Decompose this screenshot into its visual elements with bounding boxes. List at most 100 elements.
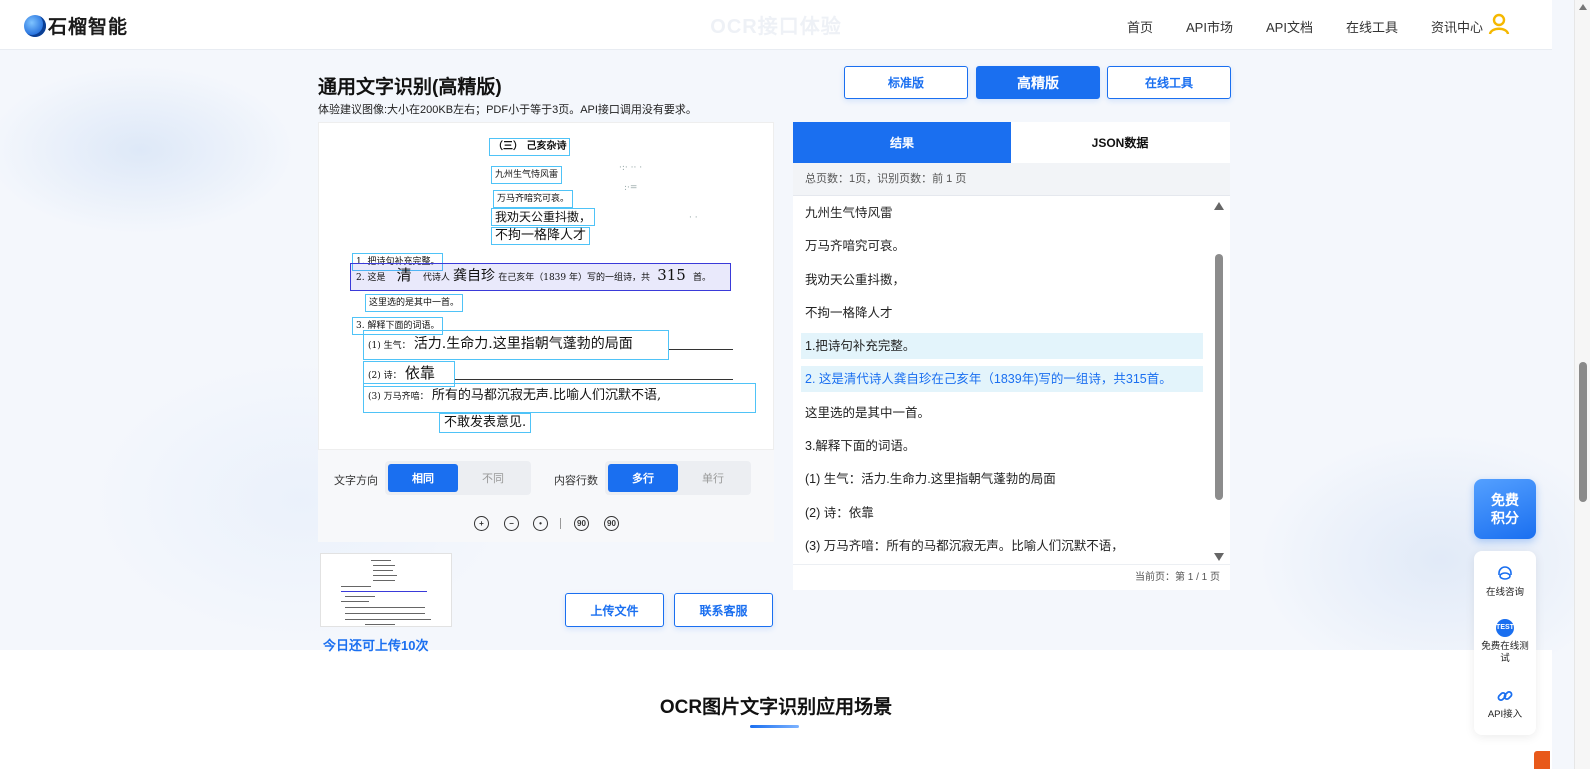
result-line[interactable]: (3) 万马齐喑：所有的马都沉寂无声。比喻人们沉默不语， (801, 533, 1203, 559)
side-api-access[interactable]: API接入 (1474, 687, 1536, 721)
thumb-line (345, 619, 431, 620)
main-nav: 首页 API市场 API文档 在线工具 资讯中心 (1127, 17, 1483, 36)
result-line-highlighted[interactable]: 1.把诗句补充完整。 (801, 333, 1203, 360)
scroll-up-icon[interactable] (1214, 202, 1224, 210)
lines-multi-option[interactable]: 多行 (608, 464, 678, 492)
doc-text: 代诗人 (422, 273, 450, 283)
result-lines[interactable]: 九州生气恃风雷 万马齐喑究可哀。 我劝天公重抖擞， 不拘一格降人才 1.把诗句补… (801, 200, 1203, 566)
answer-underline (669, 349, 733, 350)
rotate-left-icon[interactable]: 90 (574, 516, 589, 531)
result-line[interactable]: (1) 生气：活力.生命力.这里指朝气蓬勃的局面 (801, 466, 1203, 492)
doc-text: 在己亥年（1839 年）写的一组诗，共 (498, 273, 651, 283)
result-line[interactable]: 九州生气恃风雷 (801, 200, 1203, 226)
zoom-in-icon[interactable]: + (474, 516, 489, 531)
side-free-test[interactable]: TEST 免费在线测试 (1474, 619, 1536, 665)
side-toolbar: 在线咨询 TEST 免费在线测试 API接入 (1474, 551, 1536, 735)
thumb-line (341, 591, 427, 592)
nav-news[interactable]: 资讯中心 (1431, 17, 1483, 36)
page-scrollbar[interactable] (1574, 0, 1590, 769)
doc-noise: :·= (624, 183, 638, 193)
nav-api-market[interactable]: API市场 (1186, 17, 1233, 36)
side-free-test-label: 免费在线测试 (1481, 641, 1529, 664)
lines-label: 内容行数 (554, 475, 598, 487)
direction-label: 文字方向 (334, 475, 378, 487)
nav-home[interactable]: 首页 (1127, 17, 1153, 36)
direction-same-option[interactable]: 相同 (388, 464, 458, 492)
document-preview[interactable]: （三） 己亥杂诗 九州生气恃风雷 万马齐喑究可哀。 我劝天公重抖擞， 不拘一格降… (318, 122, 774, 450)
reset-icon[interactable]: • (533, 516, 548, 531)
thumb-line (373, 570, 393, 571)
scroll-up-icon[interactable] (1579, 4, 1587, 10)
direction-toggle: 相同 不同 (385, 461, 531, 495)
mode-online-tools-button[interactable]: 在线工具 (1107, 66, 1231, 99)
thumb-line (341, 586, 371, 587)
lines-single-option[interactable]: 单行 (678, 464, 748, 492)
user-icon[interactable] (1488, 13, 1510, 35)
zoom-out-icon[interactable]: − (504, 516, 519, 531)
answer-underline (455, 379, 733, 380)
doc-line: 九州生气恃风雷 (491, 166, 563, 184)
mode-standard-button[interactable]: 标准版 (844, 66, 968, 99)
mode-high-precision-button[interactable]: 高精版 (976, 66, 1100, 99)
top-header: 石榴智能 OCR接口体验 首页 API市场 API文档 在线工具 资讯中心 (0, 0, 1552, 50)
page-subtitle: 体验建议图像:大小在200KB左右；PDF小于等于3页。API接口调用没有要求。 (318, 104, 697, 116)
doc-line: 我劝天公重抖擞， (491, 208, 596, 226)
thumb-line (345, 607, 425, 608)
doc-handwriting: 龚自珍 (453, 268, 496, 284)
result-line-selected[interactable]: 2. 这是清代诗人龚自珍在己亥年（1839年)写的一组诗，共315首。 (801, 366, 1203, 393)
nav-online-tools[interactable]: 在线工具 (1346, 17, 1398, 36)
page-indicator: 当前页：第 1 / 1 页 (793, 564, 1230, 590)
upload-file-button[interactable]: 上传文件 (565, 593, 664, 627)
doc-line: （三） 己亥杂诗 (489, 138, 571, 156)
thumb-line (345, 613, 425, 614)
thumb-line (365, 624, 395, 625)
result-line[interactable]: 这里选的是其中一首。 (801, 400, 1203, 426)
preview-panel: （三） 己亥杂诗 九州生气恃风雷 万马齐喑究可哀。 我劝天公重抖擞， 不拘一格降… (318, 122, 774, 542)
doc-handwriting: 315 (657, 266, 686, 284)
tab-json[interactable]: JSON数据 (1011, 122, 1229, 163)
result-scroll-thumb[interactable] (1215, 254, 1223, 500)
free-points-button[interactable]: 免费 积分 (1474, 479, 1536, 539)
headset-icon (1496, 565, 1514, 583)
rotate-right-icon[interactable]: 90 (604, 516, 619, 531)
thumb-line (373, 565, 395, 566)
main-content: 通用文字识别(高精版) 体验建议图像:大小在200KB左右；PDF小于等于3页。… (0, 0, 1552, 769)
doc-text: (2) 诗： (368, 371, 402, 381)
doc-text: (3) 万马齐喑： (368, 392, 429, 402)
result-line[interactable]: 我劝天公重抖擞， (801, 267, 1203, 293)
result-line[interactable]: 万马齐喑究可哀。 (801, 233, 1203, 259)
doc-line: 不拘一格降人才 (491, 227, 591, 245)
result-line[interactable]: (2) 诗：依靠 (801, 500, 1203, 526)
upload-quota-note: 今日还可上传10次 (323, 638, 429, 653)
doc-line: 不敢发表意见. (439, 413, 532, 433)
tab-result[interactable]: 结果 (793, 122, 1011, 163)
doc-line: 万马齐喑究可哀。 (493, 190, 574, 208)
result-scrollbar[interactable] (1212, 200, 1226, 561)
thumb-line (373, 580, 395, 581)
image-tools: + − • 90 90 (318, 502, 774, 542)
page-scroll-thumb[interactable] (1579, 362, 1587, 502)
page-title: 通用文字识别(高精版) (318, 77, 502, 98)
nav-api-docs[interactable]: API文档 (1266, 17, 1313, 36)
doc-handwriting: 活力.生命力.这里指朝气蓬勃的局面 (413, 336, 633, 352)
doc-noise: · · (689, 213, 698, 223)
lines-toggle: 多行 单行 (605, 461, 751, 495)
thumb-line (371, 560, 391, 561)
scroll-down-icon[interactable] (1214, 553, 1224, 561)
contact-support-button[interactable]: 联系客服 (674, 593, 773, 627)
doc-text: 2. 这是 (356, 273, 386, 283)
result-line[interactable]: 3.解释下面的词语。 (801, 433, 1203, 459)
result-line[interactable]: 不拘一格降人才 (801, 300, 1203, 326)
result-panel: 结果 JSON数据 总页数：1页，识别页数：前 1 页 九州生气恃风雷 万马齐喑… (793, 122, 1230, 590)
doc-line: (1) 生气： 活力.生命力.这里指朝气蓬勃的局面 (363, 330, 669, 360)
side-consult[interactable]: 在线咨询 (1474, 565, 1536, 599)
direction-different-option[interactable]: 不同 (458, 464, 528, 492)
thumb-line (345, 596, 375, 597)
corner-badge[interactable] (1534, 751, 1550, 769)
doc-text: 首。 (693, 273, 712, 283)
doc-handwriting: 依靠 (404, 364, 435, 382)
document-thumbnail[interactable] (320, 553, 452, 627)
options-row: 文字方向 相同 不同 内容行数 多行 单行 (318, 450, 774, 502)
test-icon: TEST (1496, 619, 1514, 637)
link-icon (1496, 687, 1514, 705)
